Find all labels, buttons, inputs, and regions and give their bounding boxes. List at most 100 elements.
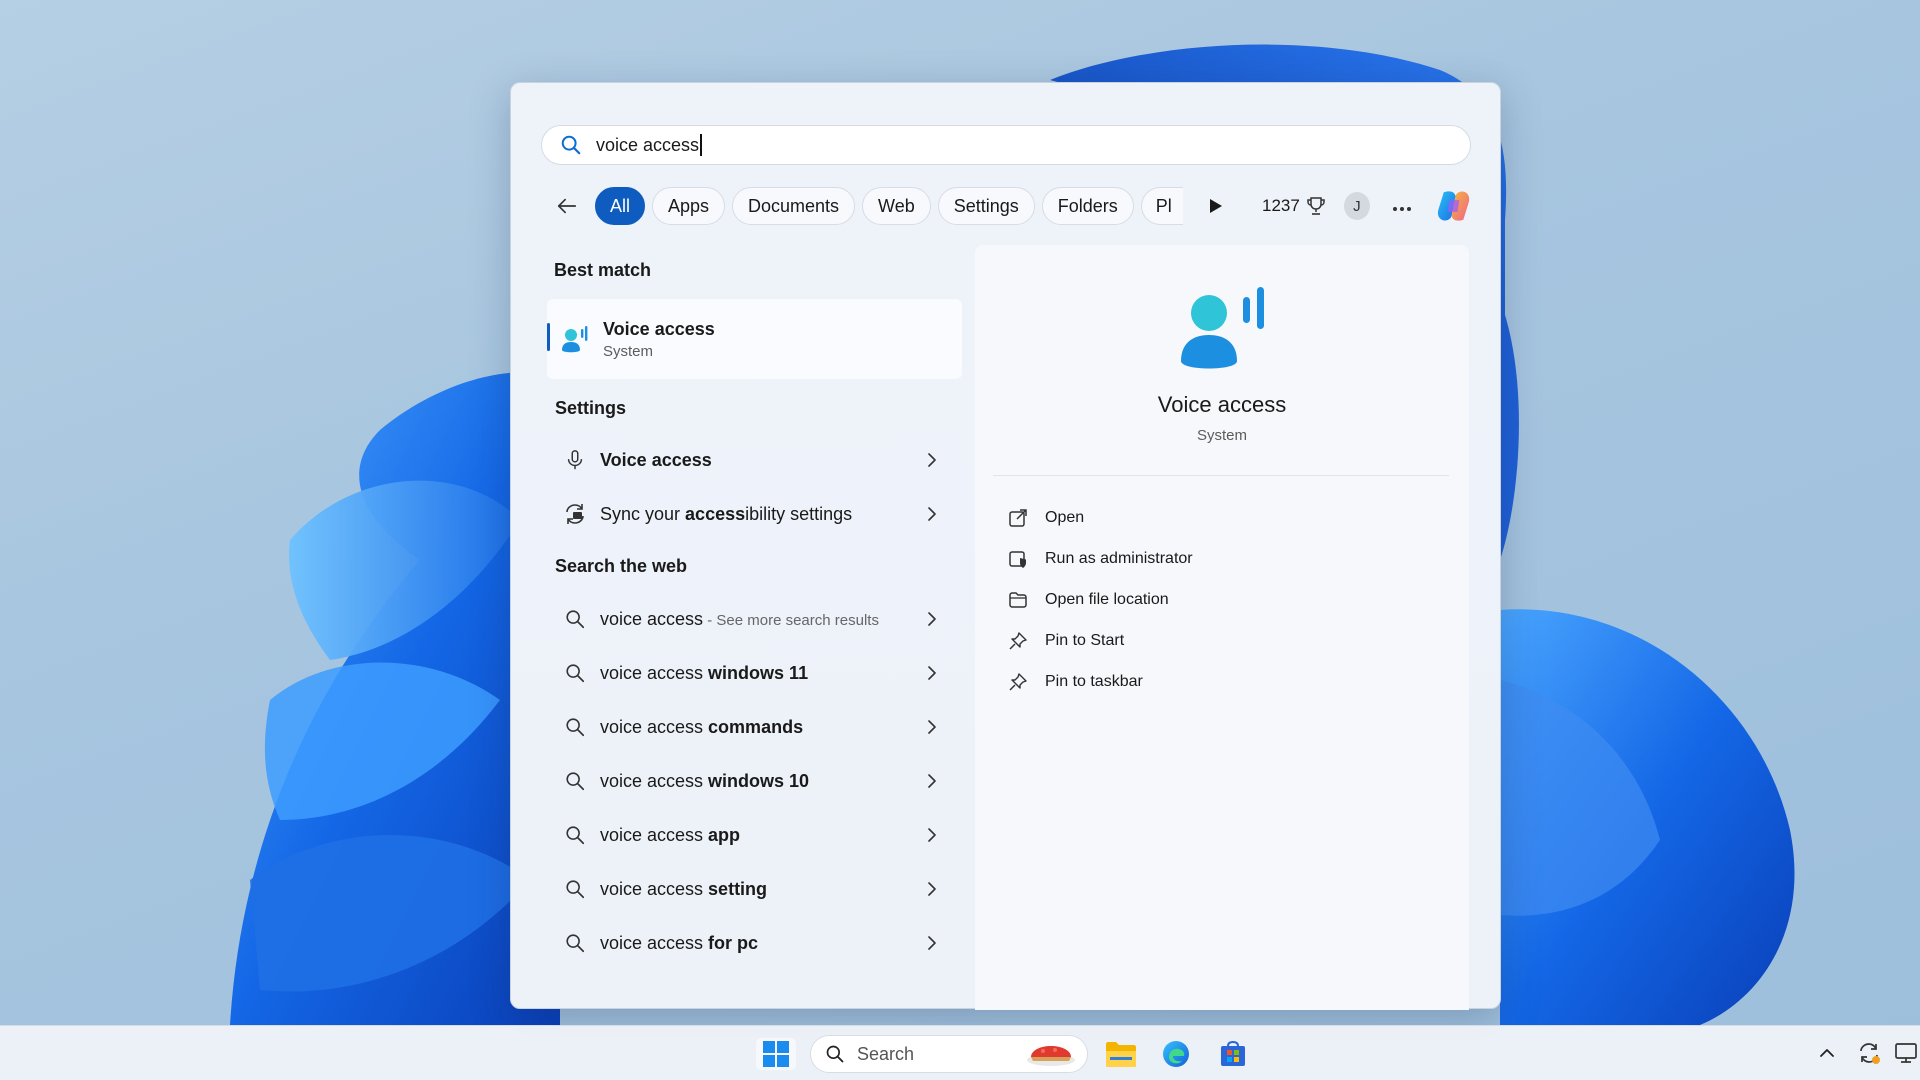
chevron-right-icon xyxy=(928,453,936,467)
web-result-app[interactable]: voice access app xyxy=(547,809,962,861)
chevron-right-icon xyxy=(928,828,936,842)
microsoft-store-icon xyxy=(1221,1040,1245,1066)
rewards-points[interactable]: 1237 xyxy=(1262,196,1326,216)
web-result-bold: windows 10 xyxy=(708,770,810,791)
search-icon xyxy=(566,772,585,791)
scroll-filters-button[interactable] xyxy=(1204,191,1228,221)
web-result-plain: voice access xyxy=(600,824,709,845)
file-explorer-button[interactable] xyxy=(1104,1038,1138,1070)
sync-status-icon[interactable] xyxy=(1856,1040,1882,1066)
web-result-for-pc[interactable]: voice access for pc xyxy=(547,917,962,969)
web-result-bold: windows 11 xyxy=(708,662,809,683)
web-result-windows-10[interactable]: voice access windows 10 xyxy=(547,755,962,807)
edge-browser-icon xyxy=(1163,1041,1189,1067)
settings-result-sync-accessibility[interactable]: Sync your accessibility settings xyxy=(547,488,962,540)
web-result-plain: voice access xyxy=(600,770,709,791)
search-icon xyxy=(566,826,585,845)
account-avatar[interactable]: J xyxy=(1343,192,1370,220)
settings-result-voice-access[interactable]: Voice access xyxy=(547,434,962,486)
filter-tab-folders[interactable]: Folders xyxy=(1041,187,1134,225)
web-result-see-more[interactable]: voice access - See more search results xyxy=(547,593,962,645)
web-result-setting[interactable]: voice access setting xyxy=(547,863,962,915)
play-arrow-icon xyxy=(1209,199,1222,213)
sync-settings-icon xyxy=(566,504,584,524)
web-result-windows-11[interactable]: voice access windows 11 xyxy=(547,647,962,699)
more-dots-icon xyxy=(1392,206,1411,211)
rewards-points-value: 1237 xyxy=(1262,196,1300,215)
web-result-plain: voice access xyxy=(600,716,709,737)
best-match-title: Voice access xyxy=(603,318,715,339)
copilot-icon[interactable] xyxy=(1434,185,1473,227)
web-result-commands[interactable]: voice access commands xyxy=(547,701,962,753)
selection-indicator xyxy=(547,323,550,351)
search-icon xyxy=(566,934,585,953)
search-icon xyxy=(566,664,585,683)
more-options-button[interactable] xyxy=(1392,195,1412,218)
settings-heading: Settings xyxy=(555,398,627,418)
action-label: Open xyxy=(1045,509,1085,526)
sync-label-suffix: ibility settings xyxy=(745,503,853,524)
chevron-right-icon xyxy=(928,936,936,950)
chevron-right-icon xyxy=(928,612,936,626)
trophy-icon xyxy=(1307,197,1325,215)
text-caret xyxy=(700,134,703,156)
web-result-bold: commands xyxy=(708,716,804,737)
web-result-bold: for pc xyxy=(708,932,759,953)
sync-label-prefix: Sync your xyxy=(600,503,686,524)
voice-access-icon xyxy=(562,326,588,353)
back-arrow-icon xyxy=(557,198,577,214)
chevron-right-icon xyxy=(928,882,936,896)
back-button[interactable] xyxy=(553,191,581,221)
search-flyout: voice access All Apps Documents Web Sett… xyxy=(510,82,1501,1010)
chevron-right-icon xyxy=(928,774,936,788)
search-icon xyxy=(566,610,585,629)
filter-tab-apps[interactable]: Apps xyxy=(651,187,725,225)
microphone-icon xyxy=(567,450,583,470)
filter-tab-settings[interactable]: Settings xyxy=(937,187,1035,225)
action-pin-to-taskbar[interactable]: Pin to taskbar xyxy=(1007,664,1427,700)
chevron-right-icon xyxy=(928,720,936,734)
filter-tab-documents[interactable]: Documents xyxy=(731,187,856,225)
filter-tab-web[interactable]: Web xyxy=(862,187,931,225)
sync-label-bold: access xyxy=(685,503,746,524)
settings-result-label: Voice access xyxy=(600,449,712,470)
detail-subtitle: System xyxy=(1196,427,1247,444)
search-icon xyxy=(566,718,585,737)
filter-tab-photos-partial[interactable]: Pl xyxy=(1140,187,1183,225)
display-network-icon[interactable] xyxy=(1894,1040,1920,1066)
action-label: Pin to taskbar xyxy=(1045,673,1143,690)
file-explorer-icon xyxy=(1106,1042,1136,1067)
web-result-bold: setting xyxy=(708,878,768,899)
admin-shield-icon xyxy=(1009,551,1026,568)
windows-logo-icon xyxy=(763,1041,789,1067)
action-label: Run as administrator xyxy=(1045,550,1193,567)
taskbar-search-placeholder: Search xyxy=(857,1043,915,1064)
best-match-voice-access[interactable]: Voice access System xyxy=(547,299,962,379)
action-run-as-admin[interactable]: Run as administrator xyxy=(1007,541,1427,577)
action-open[interactable]: Open xyxy=(1007,500,1427,536)
taskbar-search-box[interactable]: Search xyxy=(810,1035,1088,1073)
start-button[interactable] xyxy=(756,1038,796,1070)
voice-access-large-icon xyxy=(1181,287,1264,369)
filter-tab-all[interactable]: All xyxy=(594,187,645,225)
search-icon xyxy=(826,1045,844,1063)
action-label: Open file location xyxy=(1045,591,1169,608)
search-icon xyxy=(566,880,585,899)
web-result-label: voice access xyxy=(600,608,704,629)
action-pin-to-start[interactable]: Pin to Start xyxy=(1007,623,1427,659)
show-hidden-icons-chevron-up-icon[interactable] xyxy=(1816,1042,1838,1064)
search-input[interactable]: voice access xyxy=(541,125,1471,165)
action-open-file-location[interactable]: Open file location xyxy=(1007,582,1427,618)
web-result-hint: - See more search results xyxy=(703,611,879,629)
open-external-icon xyxy=(1009,509,1027,527)
best-match-subtitle: System xyxy=(603,342,654,360)
taskbar: Search xyxy=(0,1025,1920,1080)
web-result-plain: voice access xyxy=(600,932,709,953)
edge-browser-button[interactable] xyxy=(1159,1038,1193,1070)
microsoft-store-button[interactable] xyxy=(1216,1038,1250,1070)
folder-icon xyxy=(1009,592,1027,608)
search-icon xyxy=(561,135,581,155)
web-result-plain: voice access xyxy=(600,662,709,683)
detail-panel: Voice access System Open Run as administ… xyxy=(975,245,1469,1010)
detail-title: Voice access xyxy=(1157,392,1287,417)
